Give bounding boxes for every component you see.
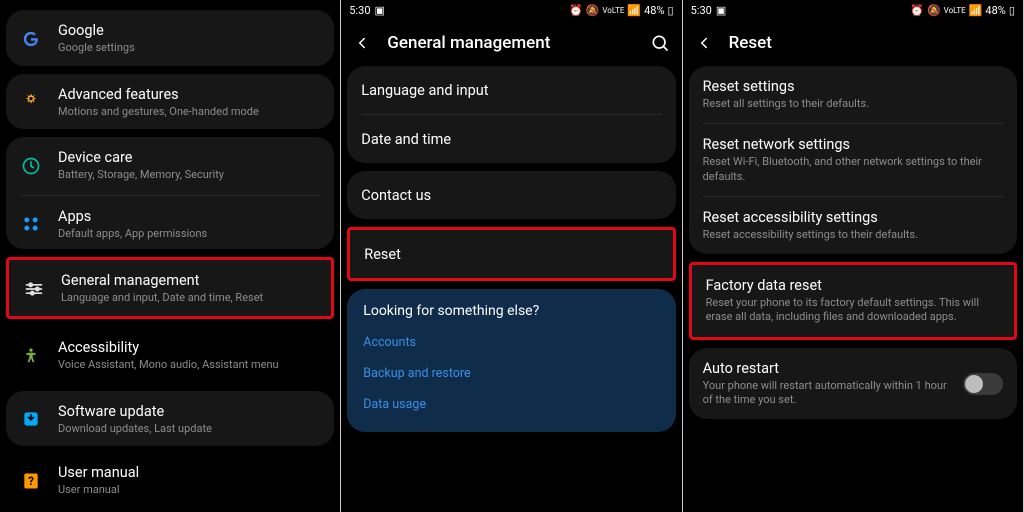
item-title: Factory data reset [706,277,1000,294]
item-title: Auto restart [703,360,947,377]
row-reset-network[interactable]: Reset network settings Reset Wi-Fi, Blue… [689,124,1017,196]
page-title: General management [387,33,550,53]
settings-item-accessibility[interactable]: Accessibility Voice Assistant, Mono audi… [6,327,334,383]
settings-item-user-manual[interactable]: ? User manual User manual [6,454,334,506]
reset-panel: 5:30 ▣ ⏰ 🔕 VoLTE 📶 48% ▯ Reset Reset set… [683,0,1024,512]
back-button[interactable] [353,34,371,52]
battery-text: 48% [985,4,1005,17]
accessibility-icon [20,345,42,367]
screenshot-icon: ▣ [375,4,385,17]
settings-item-apps[interactable]: Apps Default apps, App permissions [6,196,334,250]
row-date-time[interactable]: Date and time [347,115,675,163]
link-data-usage[interactable]: Data usage [347,389,675,420]
row-reset-settings[interactable]: Reset settings Reset all settings to the… [689,66,1017,123]
item-title: Software update [58,403,320,420]
item-sub: Google settings [58,41,320,55]
update-icon [20,408,42,430]
svg-text:?: ? [28,474,34,488]
looking-for-card: Looking for something else? Accounts Bac… [347,289,675,432]
status-bar: 5:30 ▣ ⏰ 🔕 VoLTE 📶 48% ▯ [683,0,1023,20]
item-sub: Download updates, Last update [58,422,320,436]
settings-panel: Google Google settings Advanced features… [0,0,341,512]
item-sub: Motions and gestures, One-handed mode [58,105,320,119]
row-factory-reset[interactable]: Factory data reset Reset your phone to i… [692,265,1014,337]
settings-item-advanced[interactable]: Advanced features Motions and gestures, … [6,74,334,130]
volte-icon: VoLTE [944,6,966,15]
status-bar: 5:30 ▣ ⏰ 🔕 VoLTE 📶 48% ▯ [341,0,681,20]
settings-item-general-management[interactable]: General management Language and input, D… [9,260,331,317]
row-reset-accessibility[interactable]: Reset accessibility settings Reset acces… [689,197,1017,254]
row-auto-restart[interactable]: Auto restart Your phone will restart aut… [689,348,1017,420]
item-title: General management [61,272,317,289]
screenshot-icon: ▣ [716,4,726,17]
item-sub: Reset Wi-Fi, Bluetooth, and other networ… [703,155,1003,184]
google-icon [20,28,42,50]
status-time: 5:30 [349,4,370,17]
mute-icon: 🔕 [586,4,600,17]
alarm-icon: ⏰ [910,4,924,17]
item-sub: User manual [58,483,320,497]
battery-icon: ▯ [1009,4,1015,17]
item-sub: Reset your phone to its factory default … [706,296,1000,325]
item-title: Reset settings [703,78,1003,95]
item-title: Reset accessibility settings [703,209,1003,226]
item-title: Google [58,22,320,39]
item-title: Reset network settings [703,136,1003,153]
mute-icon: 🔕 [927,4,941,17]
row-contact-us[interactable]: Contact us [347,171,675,219]
link-accounts[interactable]: Accounts [347,327,675,358]
signal-icon: 📶 [627,4,641,17]
item-sub: Voice Assistant, Mono audio, Assistant m… [58,358,320,372]
item-sub: Reset all settings to their defaults. [703,97,1003,111]
item-sub: Reset accessibility settings to their de… [703,228,1003,242]
item-title: Device care [58,149,320,166]
item-title: Advanced features [58,86,320,103]
item-title: Apps [58,208,320,225]
row-language-input[interactable]: Language and input [347,66,675,114]
auto-restart-toggle[interactable] [963,373,1003,395]
back-button[interactable] [695,34,713,52]
signal-icon: 📶 [969,4,983,17]
search-button[interactable] [650,33,670,53]
row-label: Contact us [361,187,431,204]
device-care-icon [20,155,42,177]
gear-flower-icon [20,91,42,113]
apps-grid-icon [20,213,42,235]
item-title: User manual [58,464,320,481]
page-title: Reset [729,33,772,53]
settings-item-software-update[interactable]: Software update Download updates, Last u… [6,391,334,447]
volte-icon: VoLTE [602,6,624,15]
row-reset[interactable]: Reset [350,230,672,278]
link-backup[interactable]: Backup and restore [347,358,675,389]
item-sub: Language and input, Date and time, Reset [61,291,317,305]
row-label: Date and time [361,131,451,148]
status-time: 5:30 [691,4,712,17]
looking-title: Looking for something else? [347,289,675,327]
battery-icon: ▯ [668,4,674,17]
row-label: Language and input [361,82,488,99]
item-sub: Your phone will restart automatically wi… [703,379,947,408]
general-management-panel: 5:30 ▣ ⏰ 🔕 VoLTE 📶 48% ▯ General managem… [341,0,682,512]
item-sub: Battery, Storage, Memory, Security [58,168,320,182]
settings-item-google[interactable]: Google Google settings [6,10,334,66]
alarm-icon: ⏰ [569,4,583,17]
battery-text: 48% [644,4,664,17]
item-title: Accessibility [58,339,320,356]
item-sub: Default apps, App permissions [58,227,320,241]
sliders-icon [23,278,45,300]
settings-item-device-care[interactable]: Device care Battery, Storage, Memory, Se… [6,137,334,194]
help-icon: ? [20,470,42,492]
row-label: Reset [364,246,401,263]
